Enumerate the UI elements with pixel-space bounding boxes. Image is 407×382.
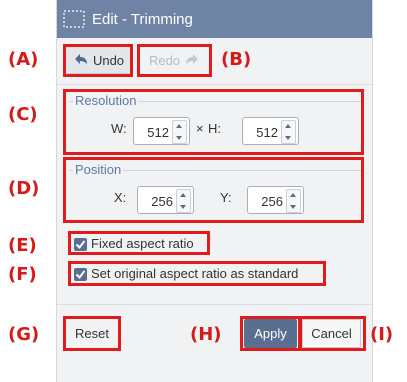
annotation-label-a: (A) [8, 49, 39, 70]
annotation-box-b [137, 44, 212, 77]
footer-divider [57, 304, 372, 305]
annotation-label-b: (B) [221, 49, 252, 70]
annotation-box-e [68, 231, 210, 255]
annotation-box-i [299, 316, 366, 351]
toolbar-divider [57, 84, 372, 85]
window-title: Edit - Trimming [92, 10, 193, 28]
annotation-box-d [63, 157, 364, 223]
annotation-box-h [240, 316, 301, 351]
annotation-label-e: (E) [8, 235, 37, 256]
annotation-label-c: (C) [8, 104, 38, 125]
annotation-box-g [63, 316, 121, 351]
annotation-label-h: (H) [190, 324, 222, 345]
annotation-box-f [68, 261, 326, 286]
annotation-label-f: (F) [8, 264, 37, 285]
annotation-label-i: (I) [370, 324, 394, 345]
annotation-label-g: (G) [8, 324, 40, 345]
trim-selection-icon [63, 10, 85, 28]
annotation-label-d: (D) [8, 178, 40, 199]
title-bar: Edit - Trimming [57, 0, 372, 38]
annotation-box-c [63, 89, 364, 155]
annotation-box-a [63, 44, 133, 77]
